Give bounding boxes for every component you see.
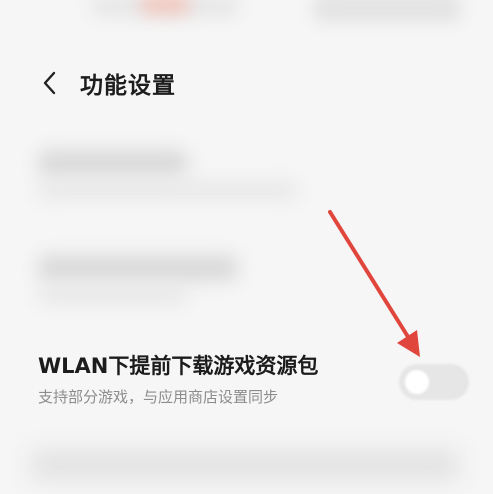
wlan-predownload-setting-row[interactable]: WLAN下提前下载游戏资源包 支持部分游戏，与应用商店设置同步 [0, 336, 493, 416]
page-title: 功能设置 [80, 73, 176, 99]
blurred-setting-row-1 [30, 140, 460, 200]
page-header: 功能设置 [0, 58, 493, 108]
blurred-setting-row-2 [30, 245, 460, 305]
chevron-left-icon [43, 71, 56, 95]
setting-title: WLAN下提前下载游戏资源包 [38, 354, 319, 378]
setting-subtitle: 支持部分游戏，与应用商店设置同步 [38, 388, 279, 406]
back-button[interactable] [34, 68, 64, 98]
status-bar-blur-right [312, 0, 462, 22]
status-bar-blur-accent [140, 0, 190, 14]
wlan-predownload-toggle[interactable] [399, 364, 469, 400]
blurred-setting-row-3 [30, 450, 460, 480]
toggle-knob [405, 370, 429, 394]
